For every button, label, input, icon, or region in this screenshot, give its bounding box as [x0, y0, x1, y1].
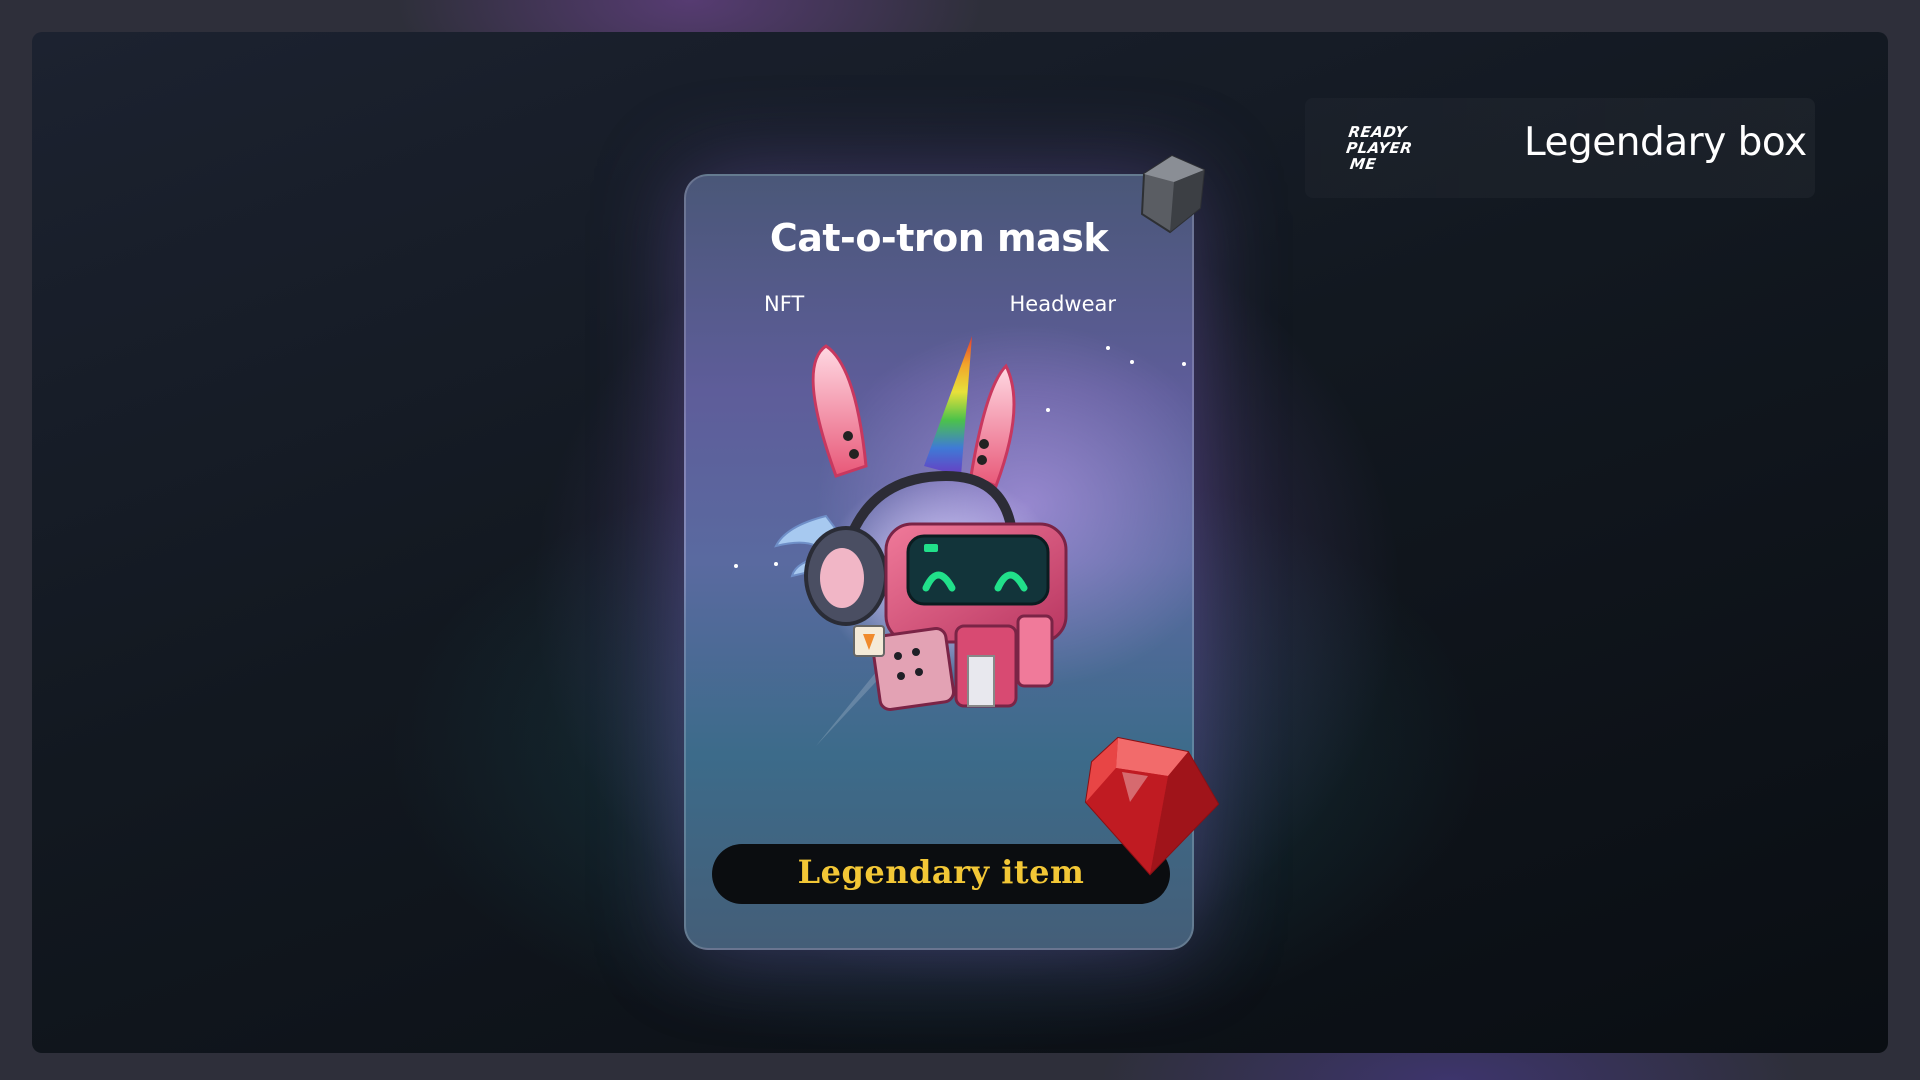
grey-gem-icon	[1140, 154, 1206, 234]
sparkle	[1046, 408, 1050, 412]
sparkle	[774, 562, 778, 566]
cat-o-tron-mask-icon	[774, 336, 1086, 746]
logo-line-1: READY	[1347, 123, 1408, 141]
ruby-gem-icon	[1084, 736, 1220, 876]
sparkle	[1182, 362, 1186, 366]
sparkle	[734, 564, 738, 568]
item-title: Cat-o-tron mask	[769, 216, 1109, 260]
logo-line-2: PLAYER	[1345, 139, 1414, 157]
ready-player-me-logo: READY PLAYER ME	[1342, 123, 1433, 176]
sparkle	[1106, 346, 1110, 350]
sparkle	[1130, 360, 1134, 364]
item-category-tag: Headwear	[1009, 292, 1116, 316]
logo-line-3: ME	[1348, 155, 1378, 173]
item-type-tag: NFT	[764, 292, 805, 316]
box-title: Legendary box	[1524, 120, 1807, 165]
